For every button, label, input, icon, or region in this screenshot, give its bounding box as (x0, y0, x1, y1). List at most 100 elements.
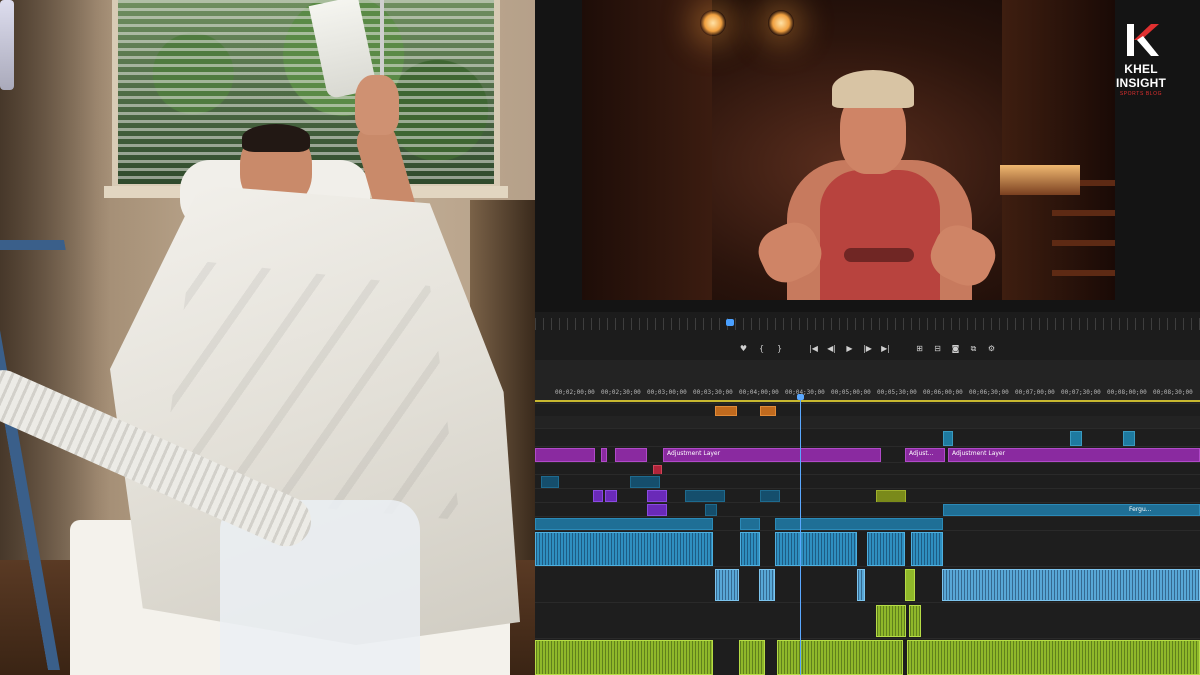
clip-label: Adjust... (909, 450, 934, 457)
export-frame-icon[interactable]: ◙ (950, 344, 962, 354)
dialogue-audio-clip[interactable] (759, 569, 775, 601)
adjustment-layer-clip[interactable]: Adjust... (905, 448, 945, 462)
peace-sign-hand (355, 75, 399, 135)
video-preview-frame[interactable] (582, 0, 1115, 300)
video-clip[interactable] (1123, 431, 1135, 446)
video-clip[interactable] (541, 476, 559, 488)
work-area-bar[interactable] (535, 400, 1200, 402)
music-clip[interactable] (777, 640, 903, 675)
ruler-timecode: 00;04;30;00 (785, 389, 825, 396)
video-track-v1 (535, 530, 1200, 567)
ruler-timecode: 00;06;30;00 (969, 389, 1009, 396)
orange-marker-clip[interactable] (760, 406, 776, 416)
ruler-timecode: 00;07;00;00 (1015, 389, 1055, 396)
music-clip[interactable] (907, 640, 1200, 675)
video-track-v8 (535, 428, 1200, 447)
video-clip[interactable] (1070, 431, 1082, 446)
ruler-timecode: 00;04;00;00 (739, 389, 779, 396)
k-logo-icon (1121, 22, 1161, 58)
audio-track-a2 (535, 602, 1200, 639)
adjustment-layer-clip[interactable]: Adjustment Layer (948, 448, 1200, 462)
hospital-bed-photo (0, 0, 535, 675)
sfx-audio-clip[interactable] (905, 569, 915, 601)
go-to-out-icon[interactable]: ▶| (880, 344, 892, 354)
adjustment-clip[interactable] (615, 448, 647, 462)
dialogue-audio-clip[interactable] (715, 569, 739, 601)
speaker-tank-top (820, 170, 940, 300)
video-clip[interactable] (685, 490, 725, 502)
video-clip[interactable] (630, 476, 660, 488)
step-forward-icon[interactable]: |▶ (862, 344, 874, 354)
video-clip[interactable] (760, 490, 780, 502)
preview-shelf-stripe (1052, 240, 1115, 246)
video-clip[interactable]: Fergu... (943, 504, 1200, 516)
music-clip[interactable] (739, 640, 765, 675)
clip-label: Adjustment Layer (952, 450, 1006, 457)
main-video-clip[interactable] (775, 532, 857, 566)
transport-controls: ♥ { } |◀ ◀| ▶ |▶ ▶| ⊞ ⊟ ◙ ⧉ ⚙ (535, 338, 1200, 360)
video-clip[interactable] (647, 490, 667, 502)
preview-shelf-stripe (1052, 210, 1115, 216)
sfx-audio-clip[interactable] (876, 605, 906, 637)
main-video-clip[interactable] (867, 532, 905, 566)
ruler-timecode: 00;02;30;00 (601, 389, 641, 396)
video-clip[interactable] (593, 490, 603, 502)
preview-left-wall (582, 0, 712, 300)
video-clip[interactable] (740, 518, 760, 530)
go-to-in-icon[interactable]: |◀ (808, 344, 820, 354)
timeline-panel: 00;02;00;00 00;02;30;00 00;03;00;00 00;0… (535, 360, 1200, 675)
wall-lamp-icon (700, 10, 726, 36)
music-clip[interactable] (535, 640, 713, 675)
video-track-v4 (535, 488, 1200, 516)
dialogue-audio-clip[interactable] (857, 569, 865, 601)
brand-title: KHEL INSIGHT (1115, 62, 1167, 90)
marker-icon[interactable]: ♥ (738, 344, 750, 354)
orange-marker-clip[interactable] (715, 406, 737, 416)
comparison-view-icon[interactable]: ⧉ (968, 344, 980, 354)
video-clip[interactable] (705, 504, 717, 516)
timeline-playhead-handle[interactable] (797, 394, 804, 400)
sfx-audio-clip[interactable] (909, 605, 921, 637)
main-video-clip[interactable] (740, 532, 760, 566)
play-icon[interactable]: ▶ (844, 344, 856, 354)
video-clip[interactable] (943, 431, 953, 446)
brand-subtitle: SPORTS BLOG (1119, 91, 1163, 97)
timeline-playhead-line[interactable] (800, 396, 801, 675)
video-track-v2 (535, 516, 1200, 531)
monitor-playhead-handle[interactable] (726, 319, 734, 326)
lift-icon[interactable]: ⊞ (914, 344, 926, 354)
wall-lamp-icon (768, 10, 794, 36)
main-video-clip[interactable] (911, 532, 943, 566)
preview-shelf-stripe (1052, 270, 1115, 276)
ruler-timecode: 00;03;00;00 (647, 389, 687, 396)
ruler-timecode: 00;05;00;00 (831, 389, 871, 396)
dialogue-audio-clip[interactable] (942, 569, 1200, 601)
adjustment-clip[interactable] (535, 448, 595, 462)
music-track-a3 (535, 638, 1200, 675)
ruler-timecode: 00;06;00;00 (923, 389, 963, 396)
video-track-v3: Fergu... (535, 502, 1200, 517)
ruler-timecode: 00;03;30;00 (693, 389, 733, 396)
patient-hair (242, 124, 310, 152)
video-track-v5 (535, 474, 1200, 489)
extract-icon[interactable]: ⊟ (932, 344, 944, 354)
audio-track-a1 (535, 566, 1200, 603)
clip-label: Adjustment Layer (667, 450, 721, 457)
adjustment-layer-clip[interactable]: Adjustment Layer (663, 448, 881, 462)
mark-in-icon[interactable]: { (756, 344, 768, 354)
adjustment-clip[interactable] (601, 448, 607, 462)
settings-icon[interactable]: ⚙ (986, 344, 998, 354)
marker-track (535, 403, 1200, 416)
mark-out-icon[interactable]: } (774, 344, 786, 354)
video-clip[interactable] (647, 504, 667, 516)
ruler-timecode: 00;02;00;00 (555, 389, 595, 396)
iv-drip-chamber (0, 0, 14, 90)
main-video-clip[interactable] (535, 532, 713, 566)
step-back-icon[interactable]: ◀| (826, 344, 838, 354)
video-clip[interactable] (535, 518, 713, 530)
preview-lit-shelf (1000, 165, 1080, 195)
video-clip[interactable] (605, 490, 617, 502)
monitor-scrub-bar[interactable] (535, 318, 1200, 330)
clip-label: Fergu... (1129, 506, 1152, 513)
screenshot-root: ♥ { } |◀ ◀| ▶ |▶ ▶| ⊞ ⊟ ◙ ⧉ ⚙ 00;02;00;0… (0, 0, 1200, 675)
